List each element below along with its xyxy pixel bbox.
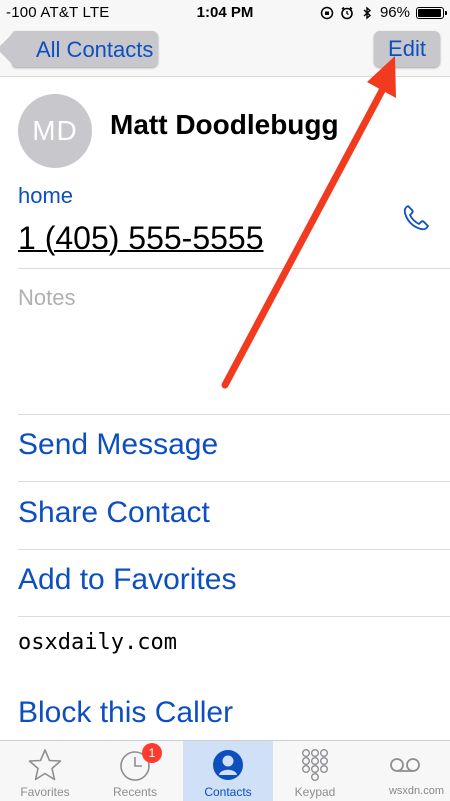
send-message-button[interactable]: Send Message — [18, 428, 218, 462]
tab-bar: Favorites 1 Recents Contacts Keypad wsxd… — [0, 740, 450, 801]
edit-button[interactable]: Edit — [374, 31, 440, 67]
phone-type-label: home — [18, 183, 74, 208]
battery-percent: 96% — [379, 4, 410, 21]
site-text: osxdaily.com — [18, 630, 177, 655]
status-icons: 96% — [320, 4, 447, 21]
tab-label: Keypad — [294, 785, 336, 799]
keypad-icon — [301, 749, 329, 782]
phone-number-link[interactable]: 1 (405) 555-5555 — [18, 220, 264, 257]
all-contacts-back-button[interactable]: All Contacts — [0, 31, 158, 67]
add-to-favorites-button[interactable]: Add to Favorites — [18, 563, 236, 597]
divider — [18, 549, 450, 550]
contact-name: Matt Doodlebugg — [110, 109, 339, 140]
bluetooth-icon — [363, 6, 372, 19]
star-icon — [28, 749, 62, 781]
phone-call-icon[interactable] — [398, 200, 434, 236]
voicemail-icon — [390, 758, 420, 772]
share-contact-button[interactable]: Share Contact — [18, 496, 210, 530]
contacts-icon — [213, 750, 243, 780]
avatar: MD — [18, 94, 92, 168]
back-chevron-icon — [0, 32, 31, 66]
tab-label: Contacts — [204, 785, 252, 799]
navigation-bar: All Contacts Edit — [0, 26, 450, 77]
status-bar: -100 AT&T LTE 1:04 PM 96% — [0, 0, 450, 26]
back-button-label: All Contacts — [36, 37, 154, 62]
tab-recents[interactable]: 1 Recents — [90, 741, 180, 801]
tab-contacts[interactable]: Contacts — [183, 741, 273, 801]
tab-label: Favorites — [20, 785, 70, 799]
notes-field[interactable]: Notes — [18, 285, 75, 311]
tab-keypad[interactable]: Keypad — [270, 741, 360, 801]
battery-icon — [416, 6, 447, 19]
divider — [18, 268, 450, 269]
divider — [18, 414, 450, 415]
orientation-lock-icon — [320, 6, 334, 19]
tab-label: Recents — [112, 785, 158, 799]
contact-header: MD Matt Doodlebugg — [0, 77, 450, 168]
block-caller-button[interactable]: Block this Caller — [18, 696, 233, 730]
tab-favorites[interactable]: Favorites — [0, 741, 90, 801]
recents-badge: 1 — [142, 743, 162, 763]
alarm-icon — [341, 6, 353, 19]
divider — [18, 616, 450, 617]
divider — [18, 481, 450, 482]
watermark: wsxdn.com — [388, 785, 444, 797]
